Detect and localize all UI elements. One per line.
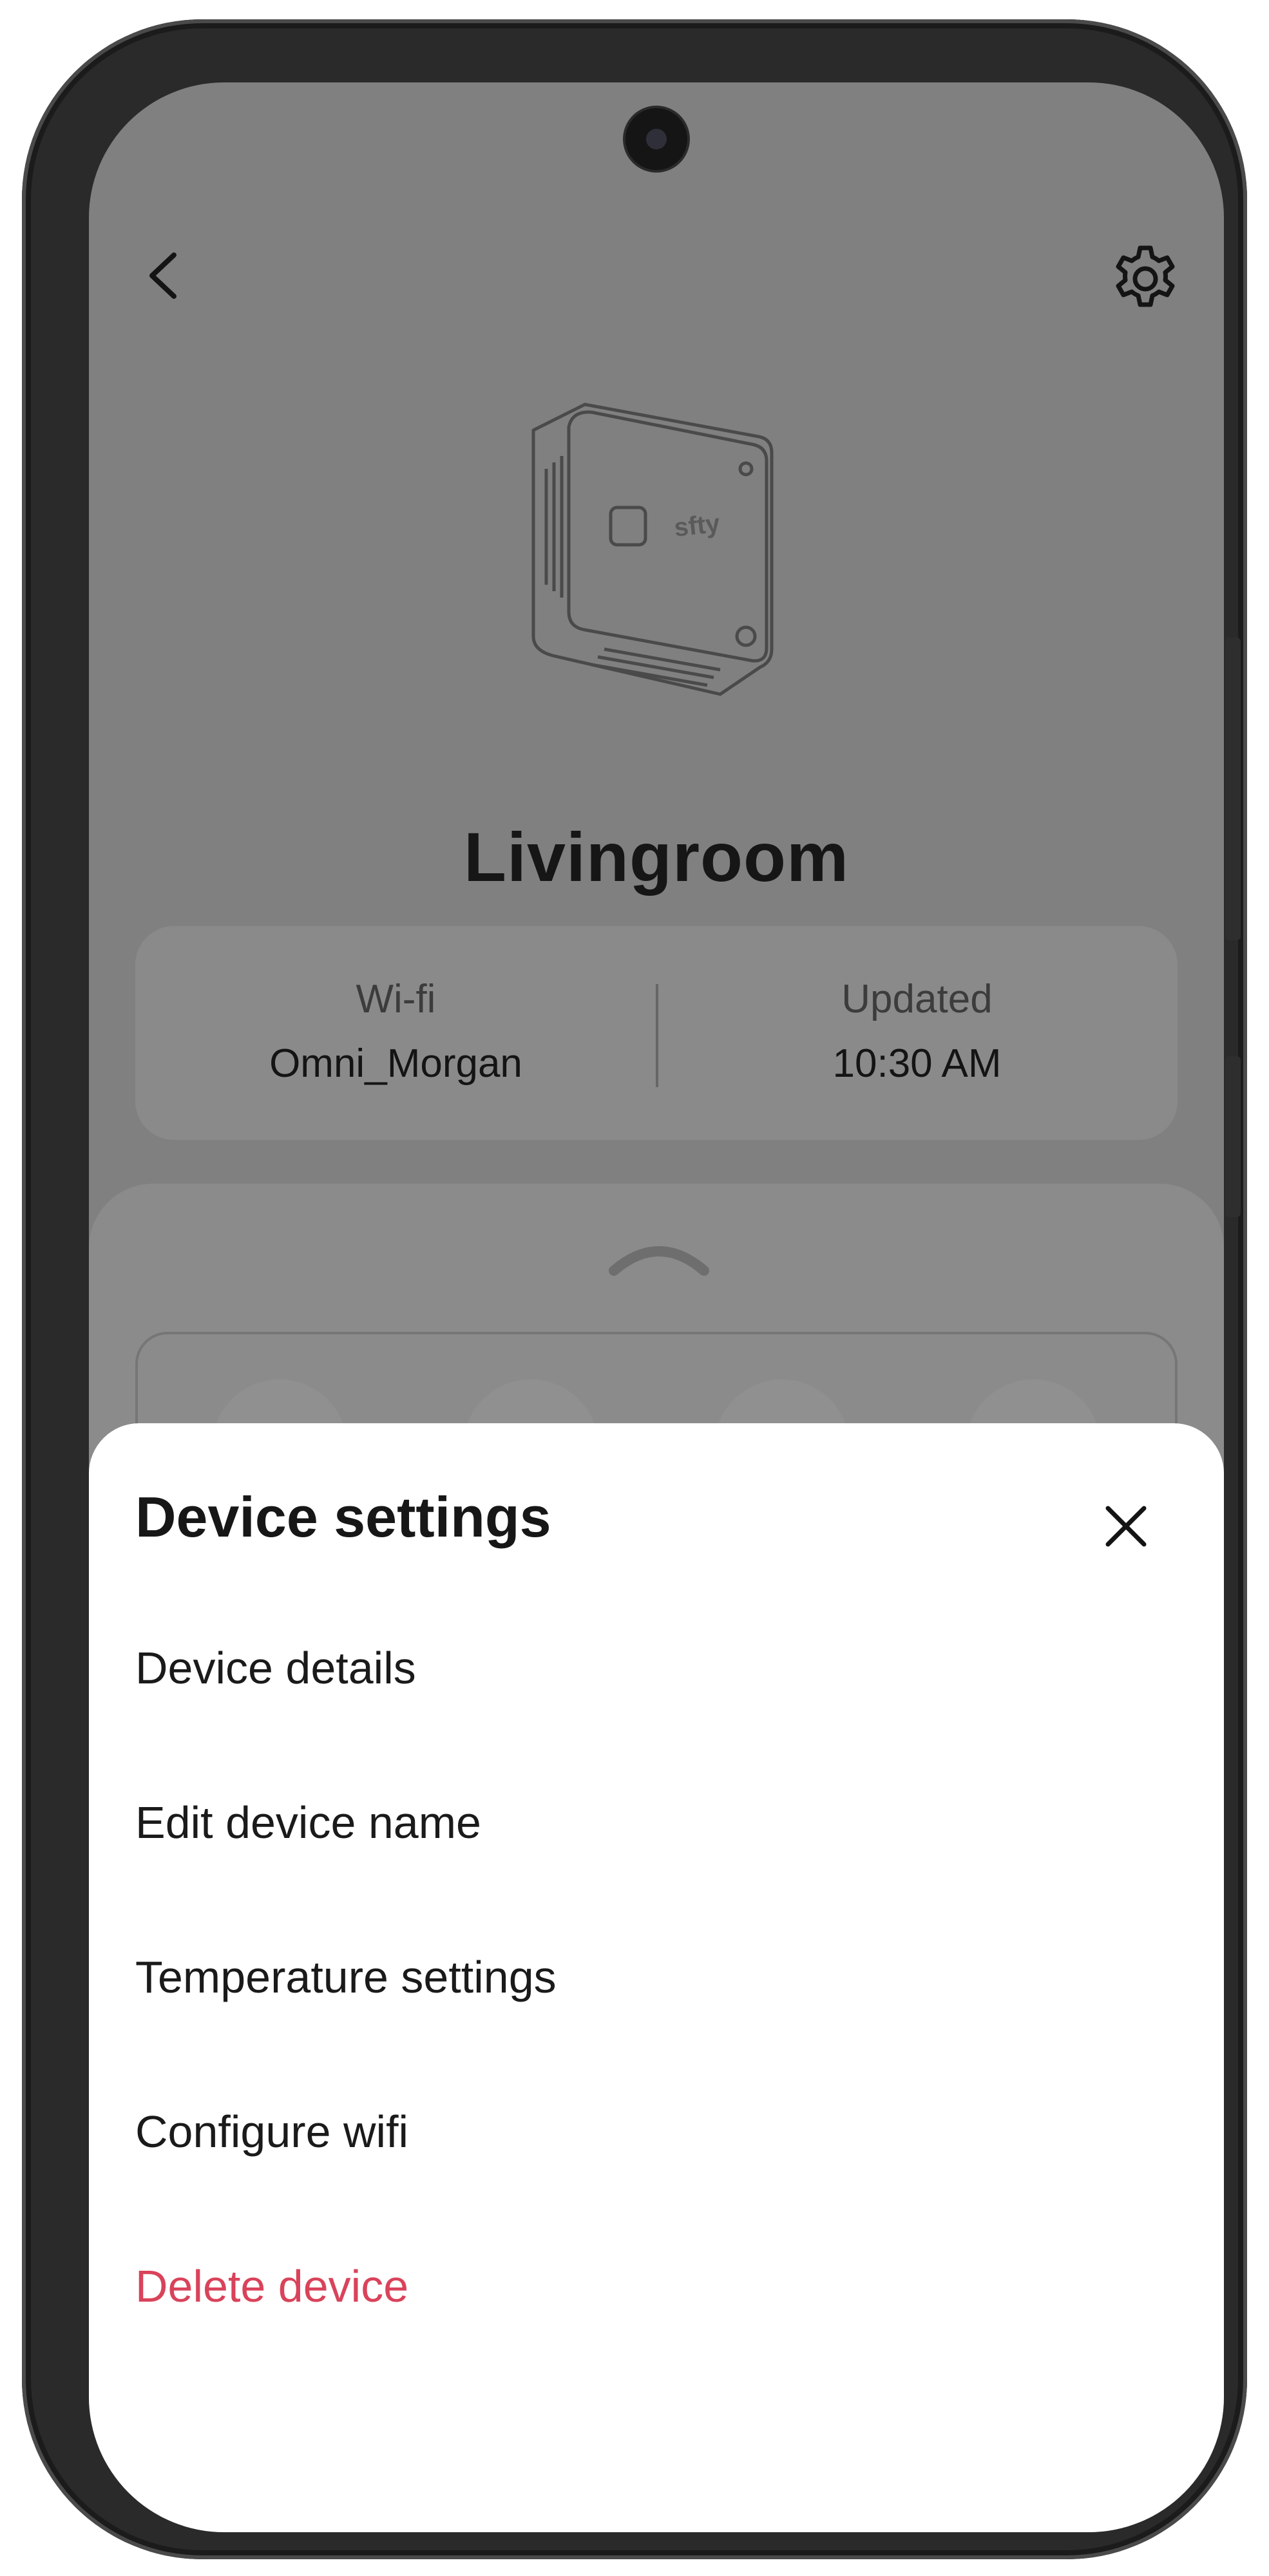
- chevron-up-icon: [609, 1246, 709, 1276]
- menu-item-configure-wifi[interactable]: Configure wifi: [135, 2083, 1179, 2180]
- device-settings-sheet: Device settings Device details Edit devi…: [89, 1423, 1224, 2532]
- device-logo-text: sfty: [673, 509, 721, 542]
- settings-button[interactable]: [1107, 240, 1184, 317]
- wifi-value: Omni_Morgan: [269, 1041, 522, 1086]
- volume-button: [1225, 638, 1241, 940]
- close-button[interactable]: [1094, 1494, 1158, 1558]
- chevron-left-icon: [149, 252, 177, 299]
- back-button[interactable]: [134, 243, 192, 308]
- device-name-title: Livingroom: [464, 818, 849, 896]
- updated-label: Updated: [841, 977, 993, 1021]
- menu-item-delete-device[interactable]: Delete device: [135, 2238, 1179, 2334]
- menu-item-device-details[interactable]: Device details: [135, 1620, 1179, 1716]
- device-info-card: Wi-fi Omni_Morgan Updated 10:30 AM: [135, 926, 1178, 1140]
- phone-frame: sfty Livingroom Wi-fi Omni_Morgan Update…: [22, 19, 1247, 2559]
- gear-icon: [1116, 245, 1175, 307]
- wifi-label: Wi-fi: [356, 977, 436, 1021]
- menu-item-temperature-settings[interactable]: Temperature settings: [135, 1929, 1179, 2025]
- front-camera: [625, 108, 687, 170]
- device-illustration: sfty: [508, 392, 804, 714]
- menu-item-edit-device-name[interactable]: Edit device name: [135, 1774, 1179, 1871]
- screen: sfty Livingroom Wi-fi Omni_Morgan Update…: [89, 82, 1224, 2532]
- sheet-title: Device settings: [135, 1485, 551, 1549]
- updated-info: Updated 10:30 AM: [656, 926, 1178, 1140]
- updated-value: 10:30 AM: [832, 1041, 1002, 1086]
- power-button: [1225, 1056, 1241, 1217]
- wifi-info: Wi-fi Omni_Morgan: [135, 926, 656, 1140]
- close-icon: [1105, 1506, 1147, 1547]
